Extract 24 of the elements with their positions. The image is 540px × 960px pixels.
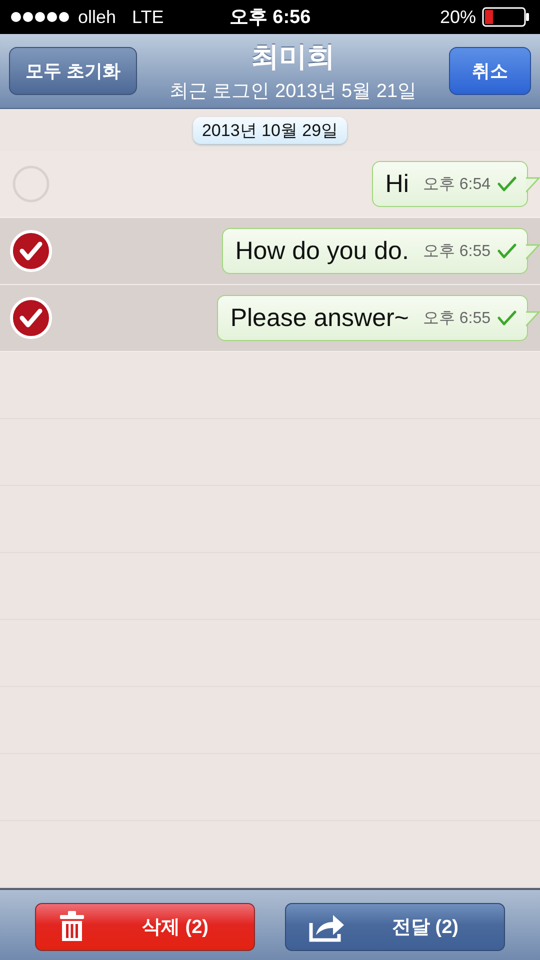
message-time: 오후 6:55: [422, 308, 490, 328]
message-time: 오후 6:55: [422, 242, 490, 262]
check-icon: [496, 310, 516, 326]
cancel-button[interactable]: 취소: [449, 47, 531, 95]
message-time: 오후 6:54: [422, 174, 490, 194]
date-label: 2013년 10월 29일: [192, 116, 348, 144]
battery-icon: [482, 7, 530, 27]
contact-name: 최미희: [251, 40, 335, 74]
carrier-name: olleh: [78, 6, 116, 28]
delete-button[interactable]: 삭제 (2): [35, 903, 255, 951]
message-text: Hi: [385, 170, 409, 198]
check-icon: [496, 176, 516, 192]
reset-all-button[interactable]: 모두 초기화: [9, 47, 137, 95]
selection-checkbox[interactable]: [10, 230, 52, 272]
signal-icon: [10, 11, 72, 23]
message-text: How do you do.: [235, 236, 409, 266]
battery-percent: 20%: [440, 6, 476, 28]
message-text: Please answer~: [230, 304, 409, 332]
last-login-text: 최근 로그인 2013년 5월 21일: [169, 80, 417, 104]
selection-checkbox[interactable]: [10, 297, 52, 339]
network-type: LTE: [132, 6, 164, 28]
clock-time: 오후 6:56: [229, 6, 311, 30]
forward-button[interactable]: 전달 (2): [285, 903, 505, 951]
check-icon: [496, 243, 516, 259]
